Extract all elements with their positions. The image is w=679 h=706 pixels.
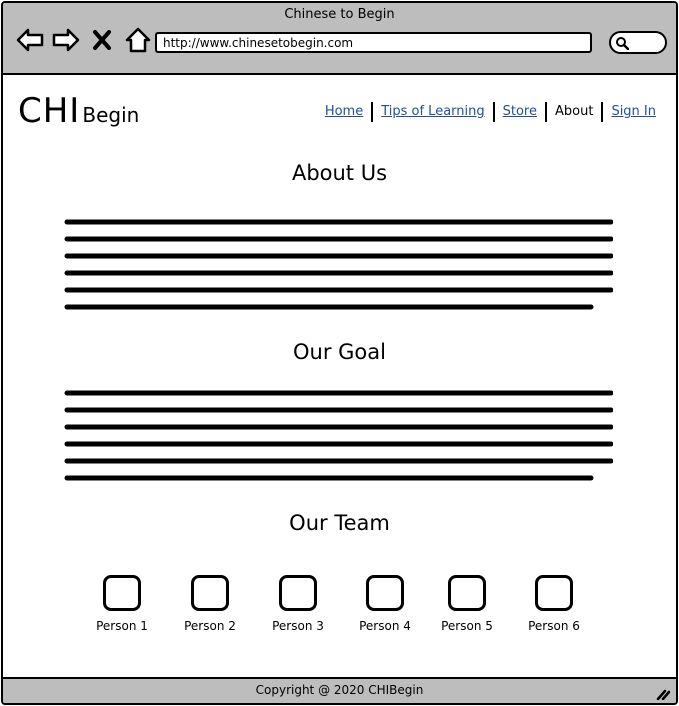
- footer-bar: Copyright @ 2020 CHIBegin: [3, 677, 676, 703]
- page-content: CHI Begin Home Tips of Learning Store Ab…: [3, 75, 676, 679]
- member-name: Person 2: [184, 619, 236, 633]
- nav-store-link[interactable]: Store: [495, 103, 545, 121]
- copyright-text: Copyright @ 2020 CHIBegin: [255, 683, 424, 697]
- team-member[interactable]: Person 3: [263, 575, 333, 633]
- team-member[interactable]: Person 5: [432, 575, 502, 633]
- our-goal-heading: Our Goal: [293, 340, 386, 364]
- browser-window: Chinese to Begin http://www.chinesetobeg…: [1, 1, 678, 705]
- avatar: [191, 575, 229, 611]
- back-arrow-icon[interactable]: [15, 25, 45, 55]
- address-bar[interactable]: http://www.chinesetobegin.com: [155, 32, 592, 53]
- logo-chi: CHI: [18, 91, 81, 131]
- browser-nav-icons: [15, 25, 153, 55]
- home-icon[interactable]: [123, 25, 153, 55]
- team-member[interactable]: Person 4: [350, 575, 420, 633]
- browser-chrome: Chinese to Begin http://www.chinesetobeg…: [3, 3, 676, 75]
- avatar: [535, 575, 573, 611]
- nav-signin-link[interactable]: Sign In: [603, 103, 664, 121]
- about-us-heading: About Us: [291, 161, 388, 185]
- window-title: Chinese to Begin: [284, 7, 395, 22]
- member-name: Person 4: [359, 619, 411, 633]
- team-member[interactable]: Person 6: [519, 575, 589, 633]
- team-member[interactable]: Person 1: [87, 575, 157, 633]
- nav-tips-link[interactable]: Tips of Learning: [373, 103, 492, 121]
- member-name: Person 1: [96, 619, 148, 633]
- member-name: Person 6: [528, 619, 580, 633]
- avatar: [103, 575, 141, 611]
- nav-home-link[interactable]: Home: [317, 103, 371, 121]
- forward-arrow-icon[interactable]: [51, 25, 81, 55]
- search-icon: [616, 37, 629, 50]
- team-member[interactable]: Person 2: [175, 575, 245, 633]
- site-logo[interactable]: CHI Begin: [18, 91, 139, 131]
- logo-begin: Begin: [82, 103, 140, 127]
- member-name: Person 5: [441, 619, 493, 633]
- team-members: Person 1 Person 2 Person 3 Person 4 Pers…: [3, 575, 676, 645]
- about-us-placeholder-text: [64, 219, 613, 310]
- close-x-icon[interactable]: [87, 25, 117, 55]
- avatar: [279, 575, 317, 611]
- resize-grip-icon[interactable]: [656, 688, 670, 700]
- member-name: Person 3: [272, 619, 324, 633]
- our-goal-placeholder-text: [64, 390, 613, 481]
- nav-about-current: About: [555, 104, 594, 119]
- top-navigation: Home Tips of Learning Store About Sign I…: [317, 102, 664, 122]
- avatar: [448, 575, 486, 611]
- avatar: [366, 575, 404, 611]
- browser-search-field[interactable]: [609, 31, 667, 54]
- our-team-heading: Our Team: [289, 511, 390, 535]
